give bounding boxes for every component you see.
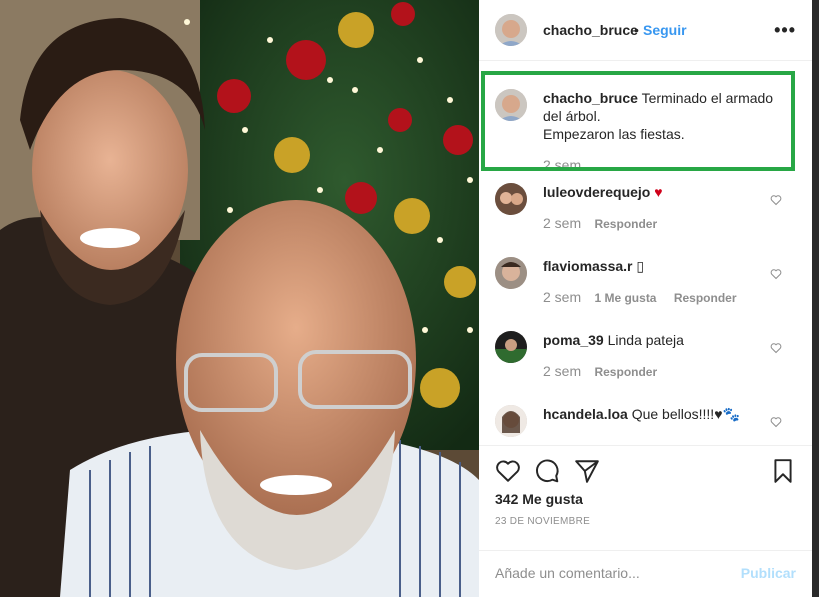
reply-button[interactable]: Responder bbox=[594, 365, 657, 379]
comment-text: flaviomassa.r ▯ bbox=[543, 257, 778, 275]
comment-body: ▯ bbox=[636, 258, 645, 274]
header-separator: • bbox=[634, 22, 639, 38]
comment-username[interactable]: flaviomassa.r bbox=[543, 258, 633, 274]
comment-username[interactable]: hcandela.loa bbox=[543, 406, 628, 422]
post-photo-illustration bbox=[0, 0, 479, 597]
commenter-avatar[interactable] bbox=[495, 183, 527, 215]
post-date[interactable]: 23 DE NOVIEMBRE bbox=[495, 516, 590, 527]
comment-text: hcandela.loa Que bellos!!!!♥🐾 bbox=[543, 405, 778, 423]
author-username[interactable]: chacho_bruce bbox=[543, 22, 638, 38]
comment-time[interactable]: 2 sem bbox=[543, 289, 581, 305]
comment-time[interactable]: 2 sem bbox=[543, 215, 581, 231]
commenter-avatar-image bbox=[495, 331, 527, 363]
author-avatar[interactable] bbox=[495, 14, 527, 46]
comment-username[interactable]: luleovderequejo bbox=[543, 184, 650, 200]
more-options-icon[interactable]: ••• bbox=[774, 20, 796, 41]
commenter-avatar-image bbox=[495, 405, 527, 437]
like-heart-icon[interactable] bbox=[495, 458, 521, 484]
reply-button[interactable]: Responder bbox=[594, 217, 657, 231]
like-comment-heart-icon[interactable] bbox=[770, 268, 782, 280]
comments-list[interactable]: chacho_bruce Terminado el armado del árb… bbox=[479, 61, 812, 445]
background-strip bbox=[812, 0, 819, 597]
comment-body: ♥ bbox=[654, 184, 663, 200]
author-avatar-image bbox=[495, 14, 527, 46]
reply-button[interactable]: Responder bbox=[674, 291, 737, 305]
comment-username[interactable]: poma_39 bbox=[543, 332, 604, 348]
commenter-avatar-image bbox=[495, 183, 527, 215]
comment-meta: 2 sem Responder bbox=[543, 363, 671, 379]
likes-count[interactable]: 342 Me gusta bbox=[495, 491, 583, 507]
like-comment-heart-icon[interactable] bbox=[770, 416, 782, 428]
commenter-avatar-image bbox=[495, 257, 527, 289]
like-comment-heart-icon[interactable] bbox=[770, 194, 782, 206]
follow-button[interactable]: Seguir bbox=[643, 22, 687, 38]
comment-time[interactable]: 2 sem bbox=[543, 363, 581, 379]
add-comment-input[interactable]: Añade un comentario... bbox=[495, 565, 640, 581]
comment-text: poma_39 Linda pateja bbox=[543, 331, 778, 349]
comment-bubble-icon[interactable] bbox=[534, 458, 560, 484]
commenter-avatar[interactable] bbox=[495, 257, 527, 289]
comment-body: Que bellos!!!!♥🐾 bbox=[631, 406, 740, 422]
comment-meta: 2 sem 1 Me gusta Responder bbox=[543, 289, 751, 305]
comment-meta: 2 sem Responder bbox=[543, 215, 671, 231]
post-side-panel: chacho_bruce • Seguir ••• chacho_bruce T… bbox=[479, 0, 812, 597]
commenter-avatar[interactable] bbox=[495, 331, 527, 363]
like-comment-heart-icon[interactable] bbox=[770, 342, 782, 354]
comment-likes[interactable]: 1 Me gusta bbox=[594, 291, 656, 305]
add-comment-bar: Añade un comentario... Publicar bbox=[479, 550, 812, 593]
post-photo[interactable] bbox=[0, 0, 479, 597]
save-bookmark-icon[interactable] bbox=[770, 458, 796, 484]
post-actions: 342 Me gusta 23 DE NOVIEMBRE Añade un co… bbox=[479, 445, 812, 591]
comment-body: Linda pateja bbox=[607, 332, 684, 348]
commenter-avatar[interactable] bbox=[495, 405, 527, 437]
post-header: chacho_bruce • Seguir ••• bbox=[479, 0, 812, 61]
publish-button[interactable]: Publicar bbox=[741, 565, 796, 581]
share-paper-plane-icon[interactable] bbox=[574, 458, 600, 484]
comment-text: luleovderequejo ♥ bbox=[543, 183, 778, 201]
caption-highlight-box bbox=[481, 71, 795, 171]
